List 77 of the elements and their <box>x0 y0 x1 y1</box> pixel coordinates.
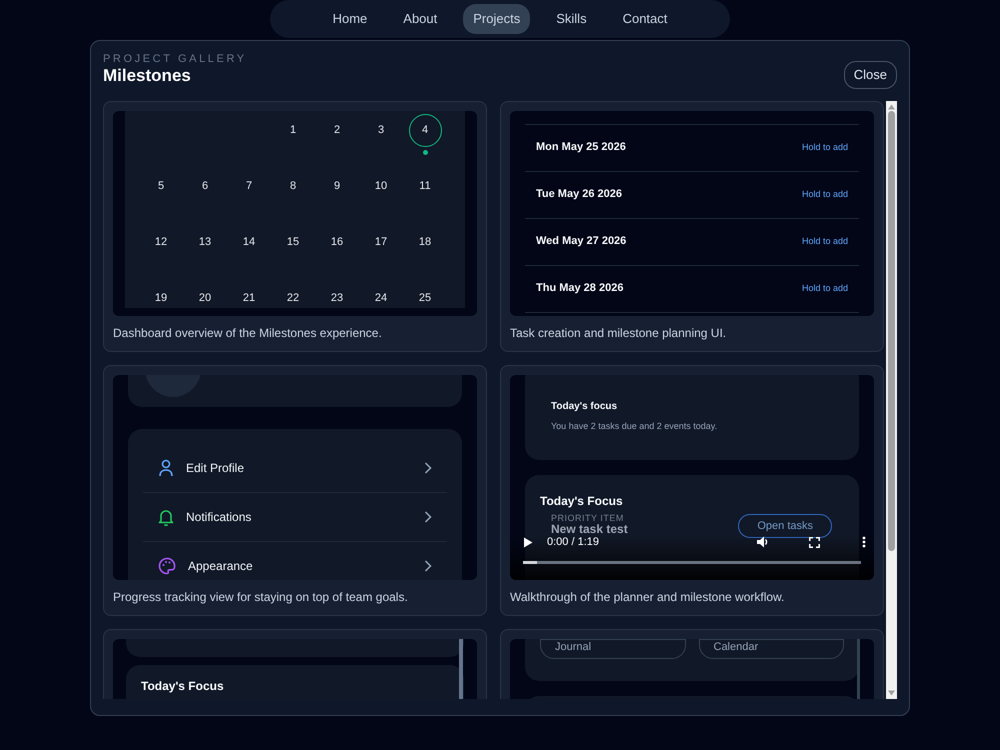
calendar-day[interactable]: 11 <box>408 170 442 203</box>
fullscreen-icon[interactable] <box>809 536 820 548</box>
calendar-day[interactable]: 19 <box>144 282 178 315</box>
shortcut-button[interactable]: Journal <box>540 638 686 658</box>
day-date: Mon May 25 2026 <box>536 140 626 156</box>
hold-to-add-link[interactable]: Hold to add <box>802 234 848 248</box>
gallery-card[interactable]: Today's focus You have 2 tasks due and 2 events today. Today's Focus PRIORITY ITEM New task test Open tasks 0:00 / 1:19 Walkthrough of the planner and milestone workflow. <box>500 364 884 616</box>
calendar-day[interactable]: 7 <box>232 170 266 203</box>
day-date: Tue May 26 2026 <box>536 187 622 202</box>
card-caption: Dashboard overview of the Milestones experience. <box>113 326 383 340</box>
progress-track[interactable] <box>523 560 861 564</box>
focus-title: Today's focus <box>551 400 618 414</box>
gallery-card[interactable]: Mon May 25 2026 Hold to add Tue May 26 2026 Hold to add Wed May 27 2026 Hold to add Thu May 28 2026 Hold to add Task creation and milestone planning UI. <box>500 100 884 352</box>
video-player[interactable]: Today's focus You have 2 tasks due and 2 events today. Today's Focus PRIORITY ITEM New task test Open tasks 0:00 / 1:19 <box>510 374 874 580</box>
calendar-day[interactable]: 8 <box>276 170 310 203</box>
shortcut-button[interactable]: Calendar <box>698 638 844 658</box>
calendar-day[interactable]: 18 <box>408 226 442 259</box>
hold-to-add-link[interactable]: Hold to add <box>802 140 848 154</box>
gallery-card[interactable]: Edit Profile Notifications Appearance Progress tracking view for staying on top of team goals. <box>103 364 487 616</box>
calendar-day[interactable]: 5 <box>144 170 178 203</box>
calendar-day[interactable]: 13 <box>188 226 222 259</box>
nav-tab[interactable]: Skills <box>546 4 597 34</box>
calendar-day[interactable]: 25 <box>408 282 442 315</box>
gallery-card[interactable]: Today's Focus <box>103 628 487 698</box>
card-caption: Task creation and milestone planning UI. <box>510 326 728 340</box>
task-title: New task test <box>550 523 628 537</box>
calendar-day[interactable]: 17 <box>364 226 398 259</box>
settings-item[interactable]: Appearance <box>143 542 447 580</box>
calendar-day[interactable]: 23 <box>320 282 354 315</box>
scrollbar[interactable] <box>886 100 897 698</box>
settings-label: Notifications <box>186 508 252 526</box>
calendar-day[interactable]: 21 <box>232 282 266 315</box>
nav-tab[interactable]: About <box>393 4 448 34</box>
settings-item[interactable]: Edit Profile <box>143 444 447 492</box>
settings-label: Edit Profile <box>186 460 246 476</box>
gallery-card[interactable]: Journal Calendar <box>500 628 884 698</box>
close-button[interactable]: Close <box>844 61 897 88</box>
hold-to-add-link[interactable]: Hold to add <box>802 188 848 202</box>
card-caption: Progress tracking view for staying on top of team goals. <box>113 590 409 604</box>
calendar-day[interactable]: 16 <box>320 226 354 259</box>
calendar-day[interactable]: 2 <box>320 114 354 147</box>
card-caption: Walkthrough of the planner and milestone workflow. <box>510 590 786 604</box>
calendar-day[interactable]: 1 <box>276 114 310 147</box>
hold-to-add-link[interactable]: Hold to add <box>802 282 848 296</box>
calendar-day[interactable]: 15 <box>276 226 310 259</box>
calendar-day[interactable]: 10 <box>364 170 398 203</box>
nav-tab[interactable]: Contact <box>612 4 678 34</box>
chevron-right-icon <box>424 560 432 572</box>
nav-tab[interactable]: Home <box>322 4 378 34</box>
calendar-day[interactable]: 4 <box>408 114 442 147</box>
focus-title: Today's Focus <box>141 678 225 694</box>
chevron-right-icon <box>424 510 432 522</box>
settings-item[interactable]: Notifications <box>143 492 447 542</box>
chevron-right-icon <box>424 462 432 474</box>
gallery-card[interactable]: 1 2 3 4 5 6 7 8 9 10 11 12 13 14 15 16 17 18 19 20 21 22 23 24 25 Dashboard overview of the Milestones experience. <box>103 100 487 352</box>
nav-tab[interactable]: Projects <box>463 4 530 34</box>
video-time: 0:00 / 1:19 <box>547 535 599 550</box>
calendar-day[interactable]: 12 <box>144 226 178 259</box>
day-date: Thu May 28 2026 <box>536 281 624 296</box>
modal-eyebrow: PROJECT GALLERY <box>103 53 247 66</box>
calendar-day[interactable]: 24 <box>364 282 398 315</box>
calendar-day[interactable]: 20 <box>188 282 222 315</box>
more-icon[interactable] <box>862 536 866 548</box>
calendar-day[interactable]: 6 <box>188 170 222 203</box>
open-tasks-button[interactable]: Open tasks <box>738 514 832 538</box>
focus-text: You have 2 tasks due and 2 events today. <box>551 420 718 433</box>
volume-icon[interactable] <box>756 536 769 548</box>
play-icon[interactable] <box>523 536 533 548</box>
calendar-day[interactable]: 22 <box>276 282 310 315</box>
calendar-day[interactable]: 3 <box>364 114 398 147</box>
calendar-day[interactable]: 14 <box>232 226 266 259</box>
modal-title: Milestones <box>103 66 192 87</box>
day-date: Wed May 27 2026 <box>536 234 626 250</box>
priority-label: PRIORITY ITEM <box>550 514 625 524</box>
section-title: Today's Focus <box>540 492 624 510</box>
settings-label: Appearance <box>188 558 254 575</box>
calendar-day[interactable]: 9 <box>320 170 354 203</box>
